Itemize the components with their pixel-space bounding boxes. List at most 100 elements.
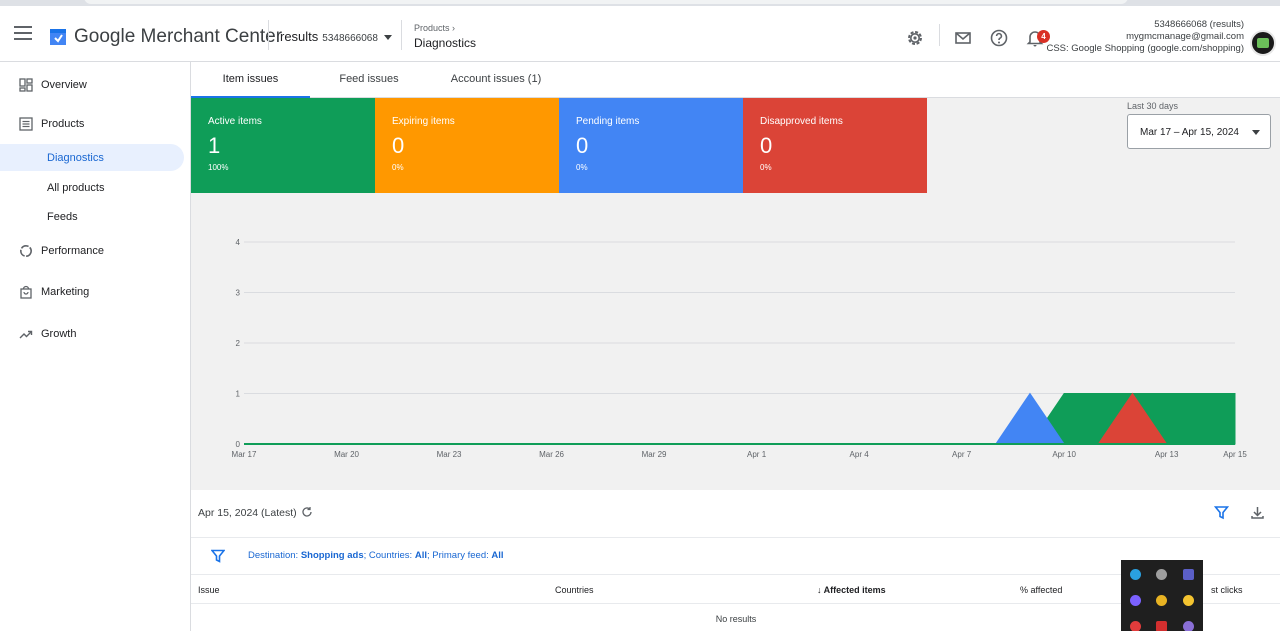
column-affected-items[interactable]: ↓ Affected items xyxy=(817,585,886,595)
account-info-email: mygmcmanage@gmail.com xyxy=(1126,31,1244,42)
filter-countries-value: All xyxy=(414,550,427,561)
merchant-center-logo-icon xyxy=(50,29,66,45)
y-tick-label: 4 xyxy=(236,238,241,247)
date-range-label: Last 30 days xyxy=(1127,101,1179,111)
x-tick-label: Apr 1 xyxy=(747,450,767,459)
column-lost-clicks[interactable]: st clicks xyxy=(1211,585,1243,595)
donut-chart-icon xyxy=(20,245,32,257)
sidebar-item-all-products[interactable]: All products xyxy=(0,174,184,201)
x-tick-label: Mar 17 xyxy=(232,450,257,459)
avatar[interactable] xyxy=(1250,30,1276,56)
tab-feed-issues[interactable]: Feed issues xyxy=(310,62,428,98)
sidebar-item-diagnostics[interactable]: Diagnostics xyxy=(0,144,184,171)
sidebar-item-label: Products xyxy=(41,118,85,130)
sidebar-item-overview[interactable]: Overview xyxy=(0,71,186,99)
issues-table-header: Issue Countries ↓ Affected items % affec… xyxy=(191,575,1280,604)
header-divider xyxy=(939,24,940,46)
stat-percent: 0% xyxy=(576,163,588,172)
y-tick-label: 1 xyxy=(236,390,241,399)
stat-card-expiring[interactable]: Expiring items 0 0% xyxy=(375,98,559,193)
date-range-select[interactable]: Mar 17 – Apr 15, 2024 xyxy=(1127,114,1271,149)
settings-gear-icon[interactable] xyxy=(905,28,925,48)
help-icon[interactable] xyxy=(989,28,1009,48)
stat-value: 1 xyxy=(208,133,221,158)
column-issue[interactable]: Issue xyxy=(198,585,220,595)
stat-label: Expiring items xyxy=(392,116,455,127)
top-app-bar: Google Merchant Center results 5348666068… xyxy=(0,6,1280,62)
report-date: Apr 15, 2024 (Latest) xyxy=(198,507,297,519)
header-divider xyxy=(401,20,402,50)
account-selector[interactable]: results 5348666068 xyxy=(280,29,392,44)
x-tick-label: Mar 20 xyxy=(334,450,359,459)
y-tick-label: 2 xyxy=(236,339,241,348)
app-brand[interactable]: Google Merchant Center xyxy=(74,26,282,48)
shopping-bag-icon xyxy=(20,285,32,299)
y-tick-label: 3 xyxy=(236,289,241,298)
column-affected-items-label: Affected items xyxy=(823,585,886,595)
sidebar-item-label: Overview xyxy=(41,79,87,91)
tray-app-icon[interactable] xyxy=(1130,621,1141,631)
stat-card-active[interactable]: Active items 1 100% xyxy=(191,98,375,193)
filter-feed-value: All xyxy=(491,550,504,561)
list-icon xyxy=(19,117,33,131)
tray-messenger-icon[interactable] xyxy=(1130,595,1141,606)
x-tick-label: Apr 10 xyxy=(1052,450,1076,459)
filter-destination-label: Destination: xyxy=(248,550,301,561)
tab-account-issues[interactable]: Account issues (1) xyxy=(428,62,564,98)
chevron-down-icon xyxy=(383,35,392,41)
x-tick-label: Mar 26 xyxy=(539,450,564,459)
filter-destination-value: Shopping ads xyxy=(300,550,364,561)
refresh-icon[interactable] xyxy=(301,506,313,518)
address-bar[interactable] xyxy=(84,0,1128,4)
filter-bar: Destination: Shopping ads; Countries: Al… xyxy=(191,538,1280,575)
column-percent-affected[interactable]: % affected xyxy=(1020,585,1062,595)
issue-tabs: Item issues Feed issues Account issues (… xyxy=(191,62,1280,98)
filter-countries-label: ; Countries: xyxy=(363,550,415,561)
empty-state: No results xyxy=(191,604,1280,631)
filter-feed-label: ; Primary feed: xyxy=(426,550,492,561)
column-countries[interactable]: Countries xyxy=(555,585,594,595)
filter-icon[interactable] xyxy=(211,549,225,563)
tray-chrome-icon[interactable] xyxy=(1156,595,1167,606)
sidebar-item-label: Growth xyxy=(41,328,77,340)
sidebar-item-marketing[interactable]: Marketing xyxy=(0,278,186,306)
sidebar-item-performance[interactable]: Performance xyxy=(0,237,186,265)
tray-teams-icon[interactable] xyxy=(1183,569,1194,580)
stat-label: Pending items xyxy=(576,116,640,127)
sidebar-item-feeds[interactable]: Feeds xyxy=(0,203,184,230)
tray-chrome-alt-icon[interactable] xyxy=(1183,595,1194,606)
dashboard-icon xyxy=(19,78,33,92)
sidebar-item-label: All products xyxy=(47,182,105,194)
breadcrumb[interactable]: Products › xyxy=(414,23,455,33)
breadcrumb-parent[interactable]: Products xyxy=(414,23,450,33)
active-filters[interactable]: Destination: Shopping ads; Countries: Al… xyxy=(248,550,504,561)
stats-panel: Active items 1 100% Expiring items 0 0% … xyxy=(191,98,1280,552)
stat-card-disapproved[interactable]: Disapproved items 0 0% xyxy=(743,98,927,193)
mail-icon[interactable] xyxy=(953,28,973,48)
filter-icon[interactable] xyxy=(1214,505,1229,520)
x-tick-label: Apr 7 xyxy=(952,450,972,459)
tray-pen-icon[interactable] xyxy=(1183,621,1194,631)
tray-app-icon[interactable] xyxy=(1156,621,1167,631)
x-tick-label: Apr 4 xyxy=(850,450,870,459)
stat-card-pending[interactable]: Pending items 0 0% xyxy=(559,98,743,193)
sidebar-item-label: Feeds xyxy=(47,211,78,223)
tray-app-icon[interactable] xyxy=(1130,569,1141,580)
account-info-css: CSS: Google Shopping (google.com/shoppin… xyxy=(1046,43,1244,54)
stat-value: 0 xyxy=(576,133,589,158)
sidebar-item-growth[interactable]: Growth xyxy=(0,320,186,348)
date-range-value: Mar 17 – Apr 15, 2024 xyxy=(1140,127,1239,138)
download-icon[interactable] xyxy=(1250,505,1265,520)
menu-icon[interactable] xyxy=(14,26,32,40)
chevron-down-icon xyxy=(1252,130,1260,135)
header-divider xyxy=(268,20,269,50)
x-tick-label: Mar 23 xyxy=(437,450,462,459)
page-title: Diagnostics xyxy=(414,36,477,50)
account-info: 5348666068 (results) mygmcmanage@gmail.c… xyxy=(1046,19,1244,55)
sidebar-item-products[interactable]: Products xyxy=(0,110,186,138)
y-tick-label: 0 xyxy=(236,440,241,449)
tray-mute-icon[interactable] xyxy=(1156,569,1167,580)
stat-value: 0 xyxy=(760,133,773,158)
items-over-time-chart: 0 1 2 3 4 Mar 17 Mar 20 Mar 23 Mar 26 Mar 29 Apr 1… xyxy=(232,238,1248,459)
tab-item-issues[interactable]: Item issues xyxy=(191,62,310,98)
